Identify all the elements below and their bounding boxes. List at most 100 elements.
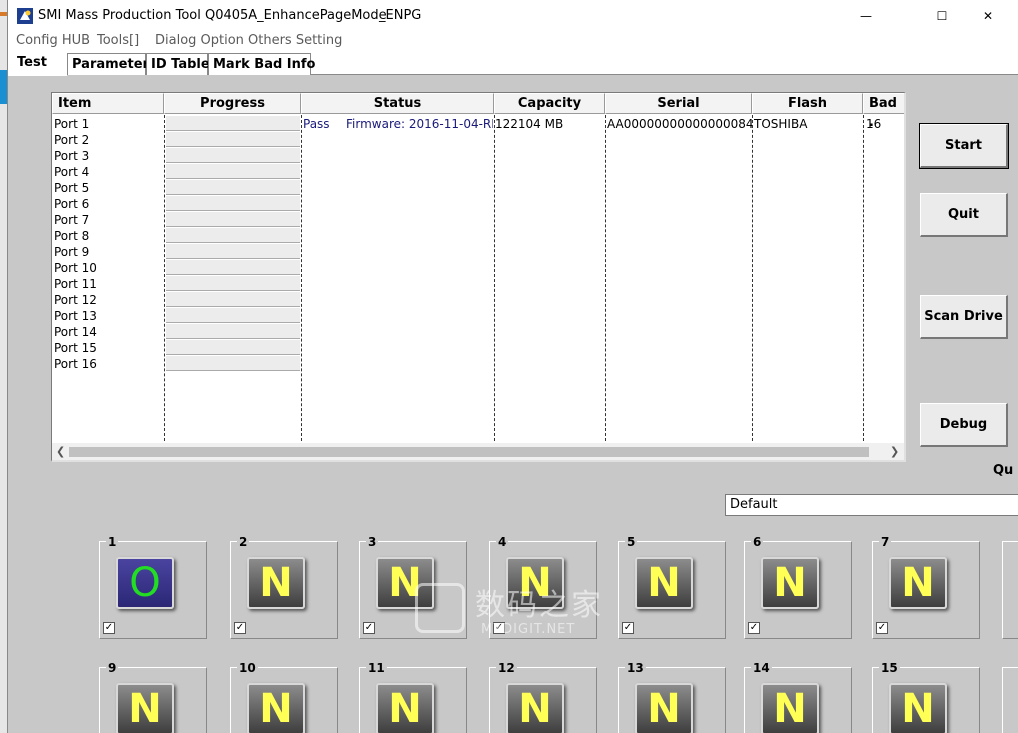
table-row-item[interactable]: Port 16	[54, 356, 97, 372]
table-row-item[interactable]: Port 11	[54, 276, 97, 292]
tab-id-table[interactable]: ID Table	[146, 53, 210, 75]
table-row-item[interactable]: Port 2	[54, 132, 89, 148]
port-number: 9	[106, 661, 119, 675]
progress-bar	[166, 276, 300, 291]
close-icon: ✕	[982, 8, 994, 23]
port-slot-14[interactable]: 14 N	[744, 661, 852, 733]
port-status-icon: O	[116, 557, 174, 609]
table-row-item[interactable]: Port 5	[54, 180, 89, 196]
port-enable-checkbox[interactable]: ✓	[103, 622, 115, 634]
port-enable-checkbox[interactable]: ✓	[363, 622, 375, 634]
table-row-item[interactable]: Port 3	[54, 148, 89, 164]
column-divider	[752, 115, 753, 441]
port-slot-15[interactable]: 15 N	[872, 661, 980, 733]
port-slot-9[interactable]: 9 N	[99, 661, 207, 733]
tab-bar: Test Parameter ID Table Mark Bad Info	[8, 51, 1018, 76]
table-row-item[interactable]: Port 15	[54, 340, 97, 356]
title-bar[interactable]: SMI Mass Production Tool Q0405A_EnhanceP…	[8, 0, 1018, 31]
column-header-flash[interactable]: Flash	[752, 93, 863, 114]
desktop-fragment	[0, 70, 7, 104]
menu-bar: Config HUB Tools[] Dialog Option Others …	[8, 31, 1018, 51]
progress-bar	[166, 132, 300, 147]
table-row-item[interactable]: Port 14	[54, 324, 97, 340]
desktop-fragment	[0, 12, 7, 16]
table-row-item[interactable]: Port 8	[54, 228, 89, 244]
flash-value: TOSHIBA	[754, 117, 808, 131]
progress-bar	[166, 244, 300, 259]
progress-bar	[166, 196, 300, 211]
table-row-item[interactable]: Port 13	[54, 308, 97, 324]
column-divider	[494, 115, 495, 441]
menu-config-hub[interactable]: Config HUB	[16, 33, 90, 48]
port-number: 6	[751, 535, 764, 549]
port-slot-12[interactable]: 12 N	[489, 661, 597, 733]
column-header-item[interactable]: Item	[52, 93, 164, 114]
port-enable-checkbox[interactable]: ✓	[876, 622, 888, 634]
app-icon	[17, 8, 33, 24]
start-button[interactable]: Start	[919, 123, 1009, 169]
scroll-right-icon[interactable]: ❯	[890, 445, 899, 458]
profile-select[interactable]: Default	[725, 494, 1018, 516]
port-slot-2[interactable]: 2 N ✓	[230, 535, 338, 639]
horizontal-scrollbar[interactable]: ❮ ❯	[52, 443, 904, 460]
scroll-left-icon[interactable]: ❮	[56, 445, 65, 458]
tab-test[interactable]: Test	[8, 51, 67, 76]
watermark-logo-icon	[415, 583, 465, 633]
port-number: 15	[879, 661, 900, 675]
tab-parameter[interactable]: Parameter	[67, 53, 149, 75]
column-header-progress[interactable]: Progress	[164, 93, 301, 114]
minimize-button[interactable]: —	[843, 0, 889, 31]
port-slot-1[interactable]: 1 O ✓	[99, 535, 207, 639]
capacity-value: 122104 MB	[495, 117, 564, 131]
column-header-capacity[interactable]: Capacity	[494, 93, 605, 114]
port-status-icon: N	[506, 683, 564, 733]
port-number: 13	[625, 661, 646, 675]
progress-bar	[166, 148, 300, 163]
table-row-item[interactable]: Port 12	[54, 292, 97, 308]
port-enable-checkbox[interactable]: ✓	[748, 622, 760, 634]
maximize-button[interactable]: ☐	[919, 0, 965, 31]
progress-bar	[166, 340, 300, 355]
column-divider	[863, 115, 864, 441]
table-row-item[interactable]: Port 1	[54, 116, 89, 132]
debug-button[interactable]: Debug	[920, 403, 1008, 447]
table-row-item[interactable]: Port 9	[54, 244, 89, 260]
column-header-bad[interactable]: Bad .	[863, 93, 904, 130]
tab-mark-bad-info[interactable]: Mark Bad Info	[208, 53, 315, 75]
port-number: 7	[879, 535, 892, 549]
scan-drive-button[interactable]: Scan Drive	[920, 295, 1008, 339]
window-title: SMI Mass Production Tool Q0405A_EnhanceP…	[38, 8, 387, 23]
port-number: 1	[106, 535, 119, 549]
table-row-item[interactable]: Port 6	[54, 196, 89, 212]
menu-others-setting[interactable]: Others Setting	[248, 33, 342, 48]
window-title-suffix: _ENPG	[379, 8, 422, 23]
port-slot-6[interactable]: 6 N ✓	[744, 535, 852, 639]
port-slot-10[interactable]: 10 N	[230, 661, 338, 733]
column-divider	[605, 115, 606, 441]
close-button[interactable]: ✕	[965, 0, 1011, 31]
column-header-serial[interactable]: Serial	[605, 93, 752, 114]
port-slot-13[interactable]: 13 N	[618, 661, 726, 733]
port-status-icon: N	[761, 683, 819, 733]
port-enable-checkbox[interactable]: ✓	[234, 622, 246, 634]
port-slot-8[interactable]	[1002, 541, 1018, 639]
menu-dialog-option[interactable]: Dialog Option	[155, 33, 244, 48]
table-row-item[interactable]: Port 10	[54, 260, 97, 276]
port-enable-checkbox[interactable]: ✓	[622, 622, 634, 634]
port-slot-7[interactable]: 7 N ✓	[872, 535, 980, 639]
column-header-status[interactable]: Status	[301, 93, 494, 114]
table-row-item[interactable]: Port 4	[54, 164, 89, 180]
maximize-icon: ☐	[936, 8, 948, 23]
quit-button[interactable]: Quit	[920, 193, 1008, 237]
port-number: 2	[237, 535, 250, 549]
port-number: 4	[496, 535, 509, 549]
scrollbar-thumb[interactable]	[69, 447, 869, 457]
port-slot-16[interactable]	[1002, 667, 1018, 733]
watermark-text: 数码之家	[475, 588, 603, 623]
menu-tools[interactable]: Tools[]	[97, 33, 139, 48]
progress-bar	[166, 116, 300, 131]
port-slot-5[interactable]: 5 N ✓	[618, 535, 726, 639]
port-slot-11[interactable]: 11 N	[359, 661, 467, 733]
port-list[interactable]: Item Progress Status Capacity Serial Fla…	[51, 92, 906, 462]
table-row-item[interactable]: Port 7	[54, 212, 89, 228]
